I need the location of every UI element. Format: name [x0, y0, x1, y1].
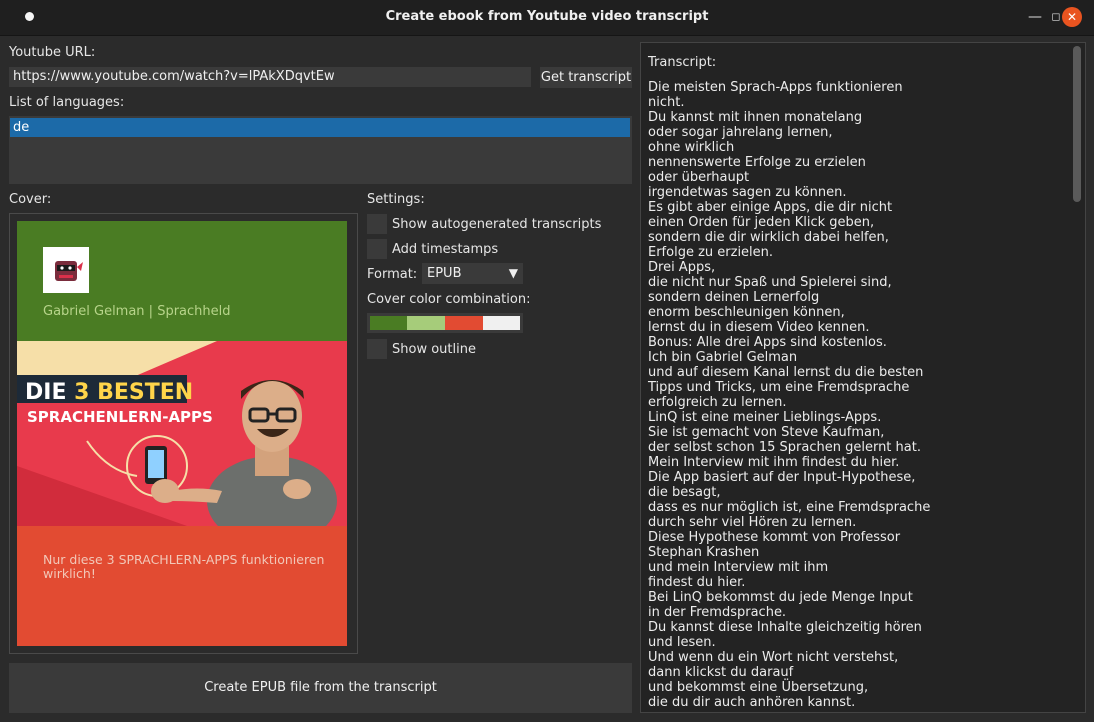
color-swatch-4: [483, 316, 520, 330]
cover-header: Gabriel Gelman | Sprachheld: [17, 221, 347, 341]
close-icon[interactable]: ✕: [1062, 7, 1082, 27]
svg-text:DIE 3 BESTEN: DIE 3 BESTEN: [25, 380, 193, 405]
transcript-line: enorm beschleunigen können,: [648, 305, 845, 320]
cover-label: Cover:: [9, 192, 52, 207]
transcript-line: Erfolge zu erzielen.: [648, 245, 774, 260]
url-label: Youtube URL:: [9, 45, 96, 60]
transcript-line: Bonus: Alle drei Apps sind kostenlos.: [648, 335, 887, 350]
transcript-line: und mein Interview mit ihm: [648, 560, 829, 575]
transcript-line: Ich bin Gabriel Gelman: [648, 350, 798, 365]
title-bar: Create ebook from Youtube video transcri…: [0, 0, 1094, 36]
languages-list[interactable]: de: [9, 116, 632, 184]
window-title: Create ebook from Youtube video transcri…: [385, 9, 709, 24]
transcript-line: Du kannst diese Inhalte gleichzeitig hör…: [648, 620, 922, 635]
transcript-line: Die App basiert auf der Input-Hypothese,: [648, 470, 916, 485]
transcript-line: erfolgreich zu lernen.: [648, 395, 787, 410]
cover-preview: Gabriel Gelman | Sprachheld DIE 3 BESTEN…: [17, 221, 347, 646]
transcript-line: sondern die dir wirklich dabei helfen,: [648, 230, 889, 245]
language-item-de[interactable]: de: [10, 118, 630, 137]
thumb-line2: SPRACHENLERN-APPS: [27, 408, 213, 426]
get-transcript-button[interactable]: Get transcript: [540, 67, 632, 88]
create-epub-button[interactable]: Create EPUB file from the transcript: [9, 663, 632, 713]
scrollbar-thumb[interactable]: [1073, 46, 1081, 202]
thumb-line1-b: 3 BESTEN: [74, 380, 193, 405]
minimize-icon[interactable]: —: [1026, 8, 1044, 26]
add-timestamps-checkbox[interactable]: [367, 239, 387, 259]
transcript-line: dann klickst du darauf: [648, 665, 794, 680]
transcript-line: sondern deinen Lernerfolg: [648, 290, 820, 305]
format-value: EPUB: [427, 266, 462, 281]
show-autogenerated-label: Show autogenerated transcripts: [392, 217, 602, 232]
transcript-line: und auf diesem Kanal lernst du die beste…: [648, 365, 924, 380]
transcript-line: irgendetwas sagen zu können.: [648, 185, 847, 200]
transcript-line: Tipps und Tricks, um eine Fremdsprache: [648, 380, 910, 395]
transcript-line: oder sogar jahrelang lernen,: [648, 125, 833, 140]
transcript-text[interactable]: Die meisten Sprach-Apps funktionieren nic…: [648, 80, 1068, 710]
cover-color-label: Cover color combination:: [367, 292, 531, 307]
show-outline-checkbox[interactable]: [367, 339, 387, 359]
show-autogenerated-checkbox[interactable]: [367, 214, 387, 234]
transcript-line: Die meisten Sprach-Apps funktionieren: [648, 80, 903, 95]
format-label: Format:: [367, 267, 418, 282]
transcript-line: nennenswerte Erfolge zu erzielen: [648, 155, 866, 170]
transcript-line: Stephan Krashen: [648, 545, 760, 560]
video-thumbnail: DIE 3 BESTEN SPRACHENLERN-APPS: [17, 341, 347, 546]
languages-label: List of languages:: [9, 95, 125, 110]
transcript-line: die besagt,: [648, 485, 721, 500]
color-swatch-3: [445, 316, 483, 330]
transcript-line: und lesen.: [648, 635, 716, 650]
color-swatch-1: [370, 316, 407, 330]
transcript-line: Sie ist gemacht von Steve Kaufman,: [648, 425, 885, 440]
channel-logo: [43, 247, 89, 293]
transcript-line: LinQ ist eine meiner Lieblings-Apps.: [648, 410, 882, 425]
settings-label: Settings:: [367, 192, 425, 207]
transcript-line: Und wenn du ein Wort nicht verstehst,: [648, 650, 899, 665]
cover-author: Gabriel Gelman | Sprachheld: [43, 304, 231, 319]
transcript-label: Transcript:: [648, 55, 717, 70]
transcript-line: die du dir auch anhören kannst.: [648, 695, 856, 710]
cover-footer: Nur diese 3 SPRACHLERN-APPS funktioniere…: [17, 526, 347, 646]
dropdown-arrow-icon: ▼: [508, 266, 518, 280]
transcript-line: durch sehr viel Hören zu lernen.: [648, 515, 857, 530]
transcript-line: ohne wirklich: [648, 140, 735, 155]
transcript-line: Du kannst mit ihnen monatelang: [648, 110, 863, 125]
transcript-line: lernst du in diesem Video kennen.: [648, 320, 870, 335]
transcript-line: Diese Hypothese kommt von Professor: [648, 530, 901, 545]
transcript-line: Es gibt aber einige Apps, die dir nicht: [648, 200, 893, 215]
transcript-line: Bei LinQ bekommst du jede Menge Input: [648, 590, 913, 605]
cover-color-selector[interactable]: [367, 313, 523, 333]
color-swatch-2: [407, 316, 445, 330]
transcript-line: nicht.: [648, 95, 685, 110]
thumb-line1-a: DIE: [25, 380, 74, 405]
transcript-line: die nicht nur Spaß und Spielerei sind,: [648, 275, 892, 290]
format-select[interactable]: EPUB ▼: [422, 263, 523, 284]
transcript-line: und bekommst eine Übersetzung,: [648, 680, 869, 695]
transcript-line: Mein Interview mit ihm findest du hier.: [648, 455, 900, 470]
transcript-line: oder überhaupt: [648, 170, 750, 185]
add-timestamps-label: Add timestamps: [392, 242, 499, 257]
cover-subtitle: Nur diese 3 SPRACHLERN-APPS funktioniere…: [43, 552, 325, 581]
url-input[interactable]: [9, 67, 531, 87]
transcript-line: Drei Apps,: [648, 260, 716, 275]
transcript-line: in der Fremdsprache.: [648, 605, 787, 620]
transcript-line: dass es nur möglich ist, eine Fremdsprac…: [648, 500, 931, 515]
transcript-line: der selbst schon 15 Sprachen gelernt hat…: [648, 440, 921, 455]
transcript-line: einen Orden für jeden Klick geben,: [648, 215, 875, 230]
transcript-panel[interactable]: Transcript: Die meisten Sprach-Apps funk…: [640, 42, 1086, 713]
show-outline-label: Show outline: [392, 342, 476, 357]
transcript-line: findest du hier.: [648, 575, 746, 590]
